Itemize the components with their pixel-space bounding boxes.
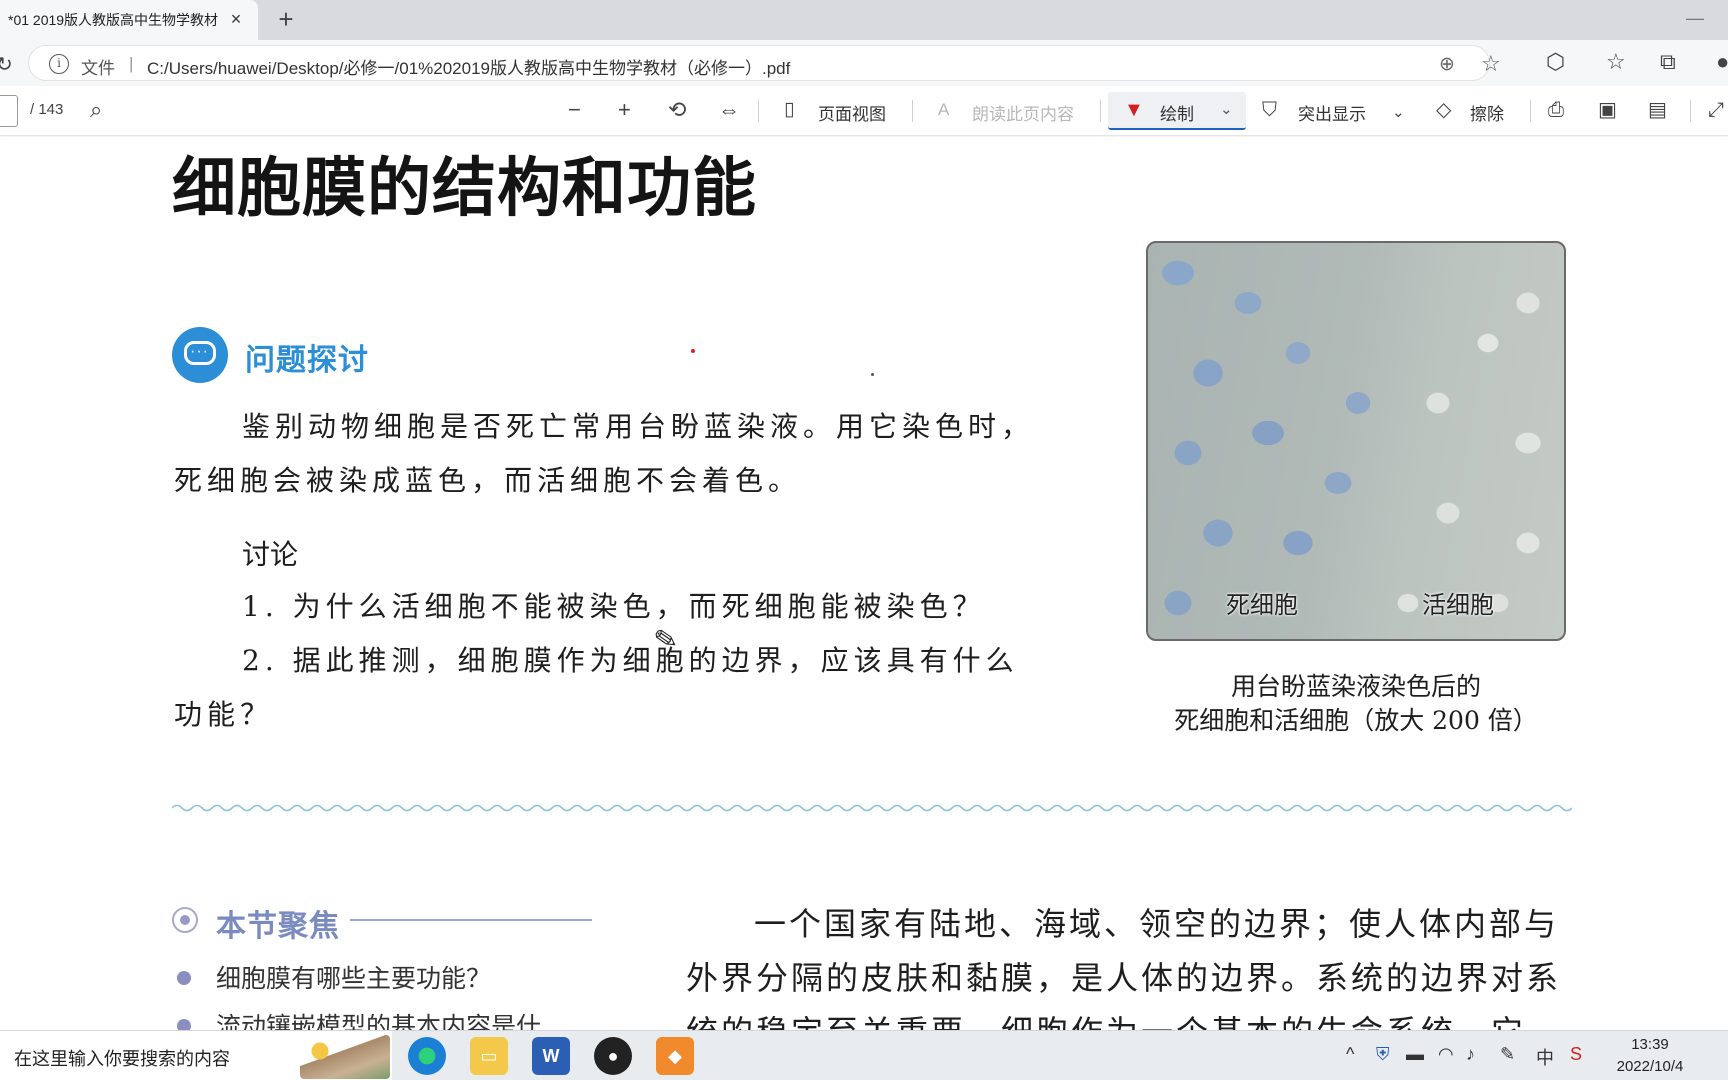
pen-cursor-icon: ✎: [651, 622, 680, 657]
address-separator: |: [129, 54, 134, 73]
chevron-down-icon[interactable]: ⌄: [1220, 100, 1233, 118]
file-explorer-icon[interactable]: ▭: [470, 1037, 508, 1075]
dead-cell-label: 死细胞: [1226, 591, 1298, 619]
toolbar-divider: [1690, 100, 1691, 122]
discussion-title: 讨论: [242, 538, 299, 571]
page-view-icon: ▯: [784, 99, 795, 120]
discussion-item: 功能？: [174, 698, 274, 731]
tab-close-icon[interactable]: ×: [226, 9, 246, 29]
focus-section-title: 本节聚焦: [216, 910, 340, 943]
target-icon: [172, 907, 198, 933]
tab-bar: *01 2019版人教版高中生物学教材 × + —: [0, 0, 1728, 40]
toolbar-divider: [912, 100, 913, 122]
toolbar-divider: [1100, 100, 1101, 122]
chevron-down-icon[interactable]: ⌄: [1392, 101, 1405, 125]
page-view-button[interactable]: 页面视图: [818, 100, 886, 125]
chat-dots-icon: ···: [190, 343, 209, 360]
focus-item: 流动镶嵌模型的基本内容是什: [216, 1012, 542, 1030]
extensions-icon[interactable]: ⬡: [1546, 49, 1565, 75]
print-icon[interactable]: ⎙: [1548, 98, 1564, 122]
body-paragraph-line: 统的稳定至关重要。细胞作为一个基本的生命系统，它: [686, 1007, 1526, 1030]
app-icon[interactable]: ●: [594, 1037, 632, 1075]
ink-dot: [691, 349, 695, 353]
page-title: 细胞膜的结构和功能: [172, 152, 757, 226]
toolbar-divider: [1530, 100, 1531, 122]
highlight-icon: ⛉: [1262, 99, 1277, 121]
fullscreen-icon[interactable]: ⤢: [1708, 98, 1724, 122]
draw-label: 绘制: [1160, 105, 1194, 124]
discussion-item: 1. 为什么活细胞不能被染色，而死细胞能被染色？: [242, 590, 986, 623]
refresh-icon[interactable]: ↻: [0, 52, 13, 77]
eraser-icon: ◇: [1436, 99, 1452, 121]
clock-date[interactable]: 2022/10/4: [1604, 1058, 1696, 1075]
collections-icon[interactable]: ⧉: [1660, 49, 1676, 75]
cell-micrograph: 死细胞 活细胞: [1146, 241, 1566, 641]
focus-item: 细胞膜有哪些主要功能？: [216, 964, 492, 993]
address-file-label: 文件: [81, 59, 115, 78]
search-input[interactable]: 在这里输入你要搜索的内容: [14, 1045, 230, 1071]
live-cell-label: 活细胞: [1422, 591, 1494, 619]
volume-icon[interactable]: ♪: [1466, 1044, 1475, 1065]
wavy-divider: [172, 804, 1572, 812]
draw-button[interactable]: ▼ 绘制 ⌄: [1108, 92, 1246, 130]
save-as-icon[interactable]: ▤: [1648, 98, 1667, 122]
erase-button[interactable]: 擦除: [1470, 100, 1504, 125]
page-number-input[interactable]: [0, 95, 18, 127]
ink-dot: [871, 373, 874, 376]
question-text-line: 死细胞会被染成蓝色，而活细胞不会着色。: [174, 464, 802, 497]
save-icon[interactable]: ▣: [1598, 98, 1617, 122]
word-icon[interactable]: W: [532, 1037, 570, 1075]
question-text-line: 鉴别动物细胞是否死亡常用台盼蓝染液。用它染色时，: [242, 410, 1035, 443]
input-method-icon[interactable]: S: [1570, 1044, 1582, 1065]
app-icon[interactable]: ◆: [656, 1037, 694, 1075]
search-icon[interactable]: ⌕: [90, 98, 102, 122]
body-paragraph-line: 外界分隔的皮肤和黏膜，是人体的边界。系统的边界对系: [686, 959, 1562, 997]
page-total: / 143: [30, 101, 64, 118]
rotate-icon[interactable]: ⟲: [668, 98, 686, 122]
address-bar[interactable]: i 文件 | C:/Users/huawei/Desktop/必修一/01%20…: [28, 45, 1501, 81]
ime-indicator[interactable]: 中: [1536, 1044, 1554, 1070]
focus-title-rule: [350, 919, 592, 921]
profile-icon[interactable]: ●: [1716, 49, 1728, 75]
search-highlight-image: [300, 1035, 390, 1079]
body-paragraph-line: 一个国家有陆地、海域、领空的边界；使人体内部与: [754, 905, 1560, 943]
address-bar-row: ↻ i 文件 | C:/Users/huawei/Desktop/必修一/01%…: [0, 40, 1728, 86]
battery-icon[interactable]: ▬: [1406, 1044, 1424, 1065]
figure-caption: 死细胞和活细胞（放大 200 倍）: [1174, 706, 1538, 735]
zoom-out-button[interactable]: −: [568, 98, 581, 122]
add-favorite-icon[interactable]: ☆: [1481, 51, 1501, 77]
pdf-toolbar: / 143 ⌕ − + ⟲ ⇔ ▯ 页面视图 A 朗读此页内容 ▼ 绘制 ⌄ ⛉…: [0, 86, 1728, 136]
zoom-icon[interactable]: ⊕: [1439, 53, 1455, 76]
new-tab-button[interactable]: +: [272, 6, 300, 34]
toolbar-divider: [758, 100, 759, 122]
bullet-dot: [177, 971, 191, 985]
pdf-page[interactable]: 细胞膜的结构和功能 ··· 问题探讨 鉴别动物细胞是否死亡常用台盼蓝染液。用它染…: [0, 137, 1728, 1030]
draw-pen-icon: ▼: [1124, 99, 1144, 121]
highlight-button[interactable]: 突出显示: [1298, 100, 1366, 125]
pen-icon[interactable]: ✎: [1500, 1044, 1515, 1065]
taskbar: 在这里输入你要搜索的内容 ▭ W ● ◆ ^ ⛨ ▬ ◠ ♪ ✎ 中 S 13:…: [0, 1030, 1728, 1080]
favorites-icon[interactable]: ☆: [1606, 49, 1626, 75]
window-minimize-icon[interactable]: —: [1686, 8, 1704, 29]
figure-caption: 用台盼蓝染液染色后的: [1230, 672, 1481, 701]
info-icon[interactable]: i: [49, 54, 69, 74]
address-url[interactable]: C:/Users/huawei/Desktop/必修一/01%202019版人教…: [147, 54, 790, 79]
shield-icon[interactable]: ⛨: [1376, 1044, 1390, 1065]
clock-time[interactable]: 13:39: [1610, 1036, 1690, 1053]
fit-width-icon[interactable]: ⇔: [718, 98, 740, 122]
tab-title: *01 2019版人教版高中生物学教材: [8, 12, 219, 28]
discussion-icon: ···: [172, 327, 228, 383]
read-aloud-button[interactable]: 朗读此页内容: [972, 100, 1074, 125]
question-section-title: 问题探讨: [245, 344, 369, 377]
bullet-dot: [177, 1019, 191, 1030]
taskbar-search[interactable]: 在这里输入你要搜索的内容: [0, 1031, 392, 1080]
zoom-in-button[interactable]: +: [618, 98, 631, 122]
read-aloud-icon: A: [938, 100, 950, 119]
chevron-up-icon[interactable]: ^: [1346, 1044, 1354, 1065]
tab-pdf[interactable]: *01 2019版人教版高中生物学教材 ×: [0, 0, 258, 40]
edge-icon[interactable]: [408, 1037, 446, 1075]
wifi-icon[interactable]: ◠: [1438, 1044, 1454, 1065]
discussion-item: 2. 据此推测，细胞膜作为细胞的边界，应该具有什么: [242, 644, 1019, 677]
